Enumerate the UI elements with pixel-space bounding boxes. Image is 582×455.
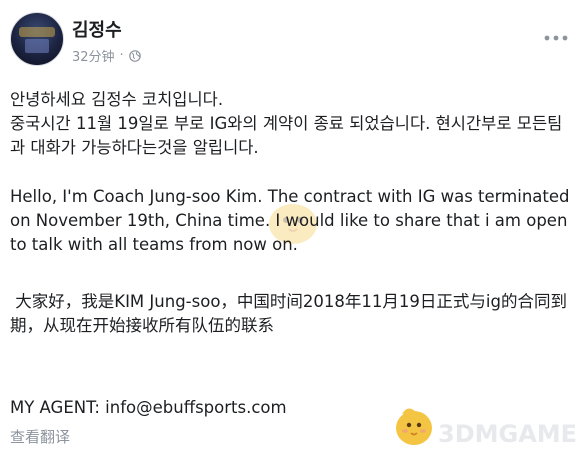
author-name[interactable]: 김정수 xyxy=(72,16,122,42)
post-timestamp[interactable]: 32分钟 xyxy=(72,46,115,65)
globe-icon[interactable] xyxy=(128,49,141,62)
post-meta: 32分钟 · xyxy=(72,46,141,65)
meta-separator: · xyxy=(119,48,124,63)
more-options-icon[interactable] xyxy=(544,22,568,46)
post-text-english: Hello, I'm Coach Jung-soo Kim. The contr… xyxy=(10,187,570,254)
post-text-chinese: 大家好，我是KIM Jung-soo，中国时间2018年11月19日正式与ig的… xyxy=(10,292,567,335)
see-translation-link[interactable]: 查看翻译 xyxy=(10,426,70,447)
avatar[interactable] xyxy=(10,12,64,66)
post-header: 김정수 32分钟 · xyxy=(0,0,582,72)
post-text-korean: 안녕하세요 김정수 코치입니다. 중국시간 11월 19일로 부로 IG와의 계… xyxy=(10,90,563,157)
watermark-text: 3DMGAME xyxy=(438,420,578,448)
